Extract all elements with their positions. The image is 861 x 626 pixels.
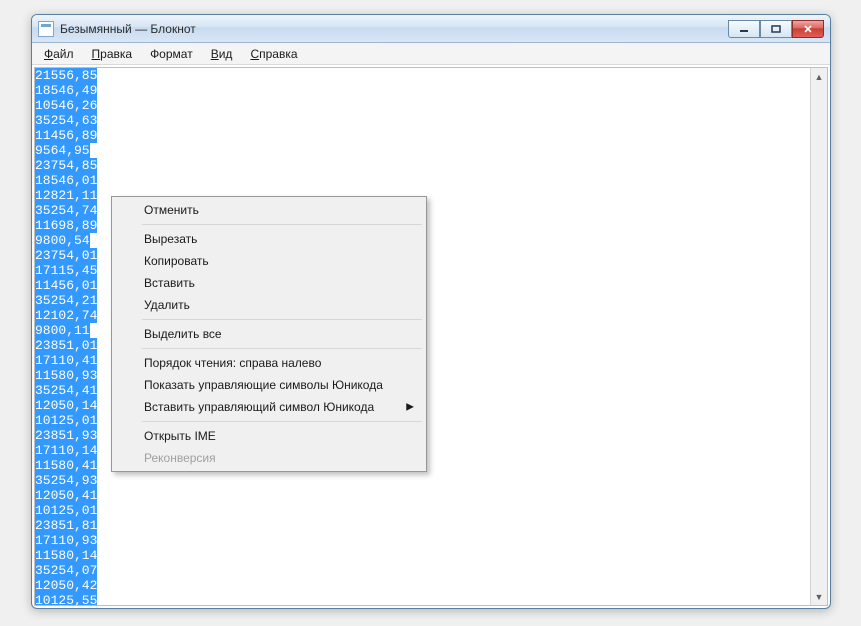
text-line: 12050,42 [35, 578, 810, 593]
text-line: 35254,63 [35, 113, 810, 128]
text-line: 12050,41 [35, 488, 810, 503]
menu-file-u: Ф [44, 47, 53, 61]
text-line: 23754,85 [35, 158, 810, 173]
menu-help-u: С [250, 47, 259, 61]
minimize-icon [739, 25, 749, 33]
cm-separator [142, 421, 422, 422]
menu-view[interactable]: Вид [203, 45, 241, 63]
menu-file[interactable]: Файл [36, 45, 82, 63]
menu-edit-u: П [92, 47, 101, 61]
cm-undo[interactable]: Отменить [114, 199, 424, 221]
text-line: 10125,01 [35, 503, 810, 518]
minimize-button[interactable] [728, 20, 760, 38]
text-line: 35254,93 [35, 473, 810, 488]
cm-separator [142, 319, 422, 320]
vertical-scrollbar[interactable]: ▲ ▼ [810, 68, 827, 605]
cm-reading-order[interactable]: Порядок чтения: справа налево [114, 352, 424, 374]
notepad-icon [38, 21, 54, 37]
cm-copy[interactable]: Копировать [114, 250, 424, 272]
text-line: 10546,26 [35, 98, 810, 113]
cm-select-all[interactable]: Выделить все [114, 323, 424, 345]
cm-paste[interactable]: Вставить [114, 272, 424, 294]
text-line: 11456,89 [35, 128, 810, 143]
titlebar[interactable]: Безымянный — Блокнот [32, 15, 830, 43]
text-line: 18546,01 [35, 173, 810, 188]
menu-edit[interactable]: Правка [84, 45, 141, 63]
maximize-button[interactable] [760, 20, 792, 38]
cm-delete[interactable]: Удалить [114, 294, 424, 316]
text-line: 10125,55 [35, 593, 810, 605]
text-line: 11580,14 [35, 548, 810, 563]
cm-separator [142, 224, 422, 225]
close-button[interactable] [792, 20, 824, 38]
menu-format[interactable]: Формат [142, 45, 201, 63]
context-menu: Отменить Вырезать Копировать Вставить Уд… [111, 196, 427, 472]
close-icon [803, 25, 813, 33]
menu-view-u: В [211, 47, 219, 61]
submenu-arrow-icon: ▶ [406, 402, 414, 413]
text-line: 35254,07 [35, 563, 810, 578]
cm-separator [142, 348, 422, 349]
menubar: Файл Правка Формат Вид Справка [32, 43, 830, 65]
text-line: 17110,93 [35, 533, 810, 548]
window-title: Безымянный — Блокнот [60, 22, 196, 36]
cm-insert-unicode[interactable]: Вставить управляющий символ Юникода▶ [114, 396, 424, 418]
text-line: 9564,95 [35, 143, 810, 158]
cm-reconversion: Реконверсия [114, 447, 424, 469]
text-line: 23851,81 [35, 518, 810, 533]
cm-cut[interactable]: Вырезать [114, 228, 424, 250]
scroll-up-arrow[interactable]: ▲ [811, 68, 827, 85]
scroll-down-arrow[interactable]: ▼ [811, 588, 827, 605]
cm-show-unicode[interactable]: Показать управляющие символы Юникода [114, 374, 424, 396]
text-line: 21556,85 [35, 68, 810, 83]
window-controls [728, 20, 824, 38]
maximize-icon [771, 25, 781, 33]
menu-help[interactable]: Справка [242, 45, 305, 63]
text-line: 18546,49 [35, 83, 810, 98]
cm-open-ime[interactable]: Открыть IME [114, 425, 424, 447]
